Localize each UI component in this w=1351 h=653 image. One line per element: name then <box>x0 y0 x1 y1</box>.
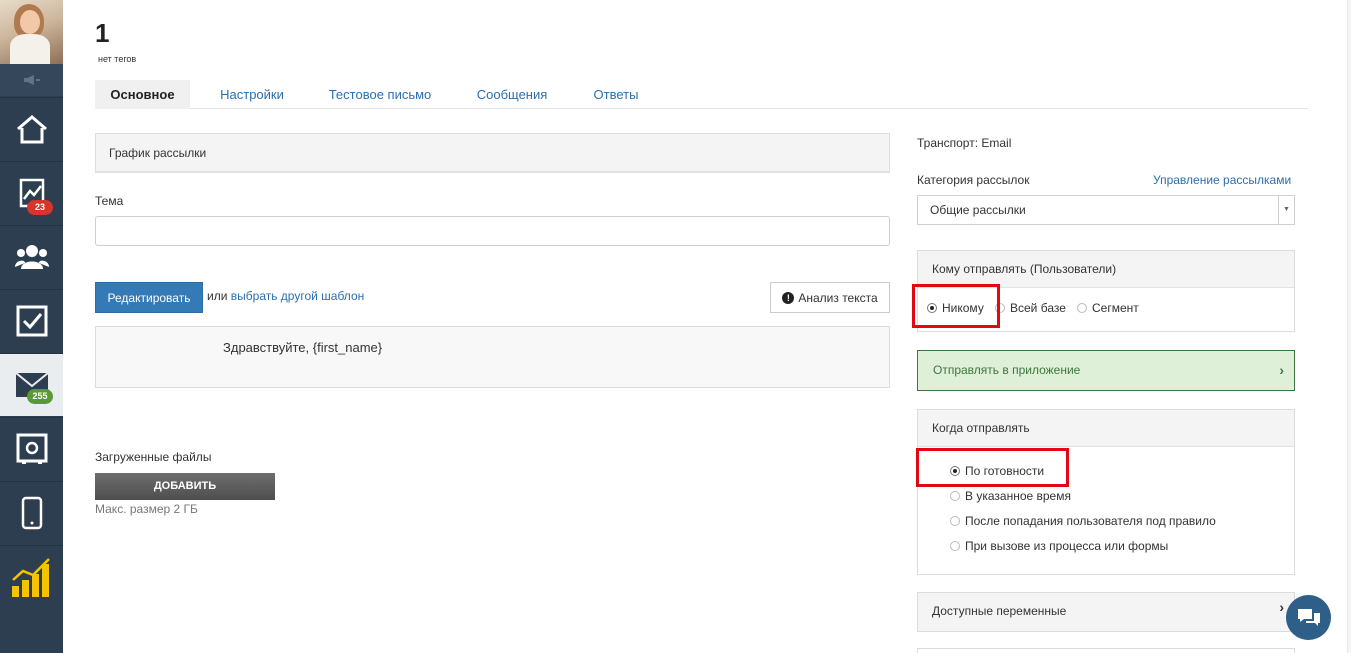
send-to-app-label: Отправлять в приложение <box>933 363 1081 377</box>
sidebar-item-reports[interactable] <box>0 545 63 608</box>
sidebar-item-home[interactable] <box>0 97 63 160</box>
home-icon <box>16 115 47 144</box>
radio-segment-label: Сегмент <box>1092 301 1139 315</box>
sidebar-item-mail[interactable]: 255 <box>0 353 63 416</box>
tab-main[interactable]: Основное <box>95 80 190 109</box>
tab-bar: Основное Настройки Тестовое письмо Сообщ… <box>95 80 1308 109</box>
avatar[interactable] <box>0 0 63 64</box>
recipients-title: Кому отправлять (Пользователи) <box>918 251 1294 288</box>
when-title: Когда отправлять <box>918 410 1294 447</box>
send-to-app-panel[interactable]: Отправлять в приложение › <box>917 350 1295 391</box>
tab-replies[interactable]: Ответы <box>590 80 642 109</box>
tab-messages[interactable]: Сообщения <box>471 80 553 109</box>
subject-label: Тема <box>95 194 124 208</box>
add-file-button[interactable]: ДОБАВИТЬ <box>95 473 275 500</box>
edit-button[interactable]: Редактировать <box>95 282 203 313</box>
sidebar-item-users[interactable] <box>0 225 63 288</box>
mail-badge: 255 <box>27 389 53 404</box>
analysis-button[interactable]: ! Анализ текста <box>770 282 890 313</box>
bar-chart-icon <box>11 558 50 597</box>
or-text: или <box>207 289 228 303</box>
mobile-icon <box>21 496 42 530</box>
files-label: Загруженные файлы <box>95 450 212 464</box>
scrollbar[interactable] <box>1347 0 1351 653</box>
sidebar-item-mobile[interactable] <box>0 481 63 544</box>
variables-title: Доступные переменные <box>918 593 1294 631</box>
radio-dot <box>950 541 960 551</box>
radio-dot <box>1077 303 1087 313</box>
app: 23 255 1 нет тегов Основное Настройки Те… <box>0 0 1351 653</box>
chat-button[interactable] <box>1286 595 1331 640</box>
page-title: 1 <box>95 18 110 48</box>
highlight-box <box>916 448 1069 487</box>
radio-after-rule-label: После попадания пользователя под правило <box>965 514 1216 528</box>
tags-label: нет тегов <box>98 54 137 64</box>
radio-process-call[interactable]: При вызове из процесса или формы <box>950 539 1168 553</box>
tab-test-email[interactable]: Тестовое письмо <box>325 80 435 109</box>
analytics-badge: 23 <box>27 200 53 215</box>
chevron-right-icon: › <box>1279 362 1284 378</box>
sidebar-item-safe[interactable] <box>0 417 63 480</box>
chevron-down-icon: ▼ <box>1278 196 1294 224</box>
category-label: Категория рассылок <box>917 173 1030 187</box>
next-panel <box>917 648 1295 653</box>
choose-template-link[interactable]: выбрать другой шаблон <box>231 289 364 303</box>
sidebar-toggle[interactable] <box>0 64 63 96</box>
schedule-panel-header[interactable]: График рассылки <box>95 133 890 173</box>
radio-dot <box>950 491 960 501</box>
radio-process-call-label: При вызове из процесса или формы <box>965 539 1169 553</box>
radio-segment[interactable]: Сегмент <box>1077 301 1139 315</box>
max-size-note: Макс. размер 2 ГБ <box>95 502 198 516</box>
transport-label: Транспорт: Email <box>917 136 1012 150</box>
radio-dot <box>950 516 960 526</box>
megaphone-icon <box>23 75 40 85</box>
tasks-icon <box>16 305 47 337</box>
sidebar-item-analytics[interactable]: 23 <box>0 161 63 224</box>
radio-scheduled-time[interactable]: В указанное время <box>950 489 1071 503</box>
category-select[interactable]: Общие рассылки ▼ <box>917 195 1295 225</box>
email-preview[interactable]: Здравствуйте, {first_name} <box>95 326 890 388</box>
sidebar-item-tasks[interactable] <box>0 289 63 352</box>
radio-after-rule[interactable]: После попадания пользователя под правило <box>950 514 1216 528</box>
chat-icon <box>1297 608 1320 626</box>
chevron-right-icon: › <box>1279 599 1284 615</box>
template-choice: или выбрать другой шаблон <box>207 289 364 303</box>
sidebar: 23 255 <box>0 0 63 653</box>
safe-icon <box>16 433 47 464</box>
highlight-box <box>912 284 1000 328</box>
preview-text: Здравствуйте, {first_name} <box>223 340 383 355</box>
tab-settings[interactable]: Настройки <box>212 80 292 109</box>
category-select-value: Общие рассылки <box>930 203 1026 217</box>
manage-mailings-link[interactable]: Управление рассылками <box>1153 173 1291 187</box>
analysis-button-label: Анализ текста <box>798 290 878 305</box>
exclamation-icon: ! <box>782 291 795 304</box>
radio-whole-base-label: Всей базе <box>1010 301 1066 315</box>
radio-scheduled-time-label: В указанное время <box>965 489 1071 503</box>
subject-input[interactable] <box>95 216 890 246</box>
radio-whole-base[interactable]: Всей базе <box>995 301 1066 315</box>
users-icon <box>14 245 49 269</box>
variables-panel[interactable]: Доступные переменные › <box>917 592 1295 632</box>
